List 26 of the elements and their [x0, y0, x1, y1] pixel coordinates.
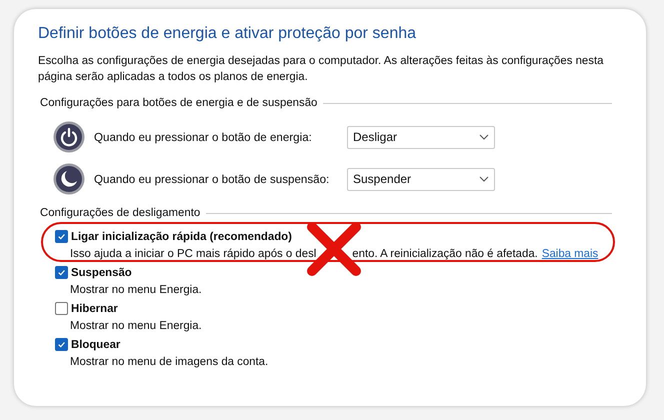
dropdown[interactable]: Suspender: [347, 168, 495, 190]
option-description: Mostrar no menu Energia.: [70, 284, 202, 296]
learn-more-link[interactable]: Saiba mais: [542, 248, 598, 260]
setting-label: Quando eu pressionar o botão de energia:: [94, 130, 313, 144]
option-description: Mostrar no menu Energia.: [70, 320, 202, 332]
checkbox-label: Suspensão: [71, 266, 132, 278]
setting-label: Quando eu pressionar o botão de suspensão:: [94, 172, 330, 186]
option-description: Isso ajuda a iniciar o PC mais rápido após o desl: [70, 248, 316, 260]
moon-icon: [53, 163, 85, 195]
checkbox[interactable]: [55, 302, 68, 315]
checkbox-label: Ligar inicialização rápida (recomendado): [71, 230, 292, 242]
checkbox[interactable]: [55, 266, 68, 279]
option-description: Mostrar no menu de imagens da conta.: [70, 356, 268, 368]
section-heading: Configurações de desligamento: [40, 207, 200, 219]
checkbox[interactable]: [55, 230, 68, 243]
checkbox-label: Hibernar: [71, 302, 118, 314]
checkbox[interactable]: [55, 338, 68, 351]
chevron-down-icon: [479, 176, 489, 182]
option-description: ento. A reinicialização não é afetada.: [352, 248, 538, 260]
dropdown[interactable]: Desligar: [347, 126, 495, 148]
checkbox-label: Bloquear: [71, 338, 120, 350]
chevron-down-icon: [479, 134, 489, 140]
power-icon: [53, 121, 85, 153]
page-title: Definir botões de energia e ativar proteção por senha: [38, 25, 418, 43]
intro-text: Escolha as configurações de energia desejadas para o computador. As alterações feitas às configurações nesta página serão aplicadas a todos os planos de energia.: [38, 54, 604, 85]
section-heading: Configurações para botões de energia e de suspensão: [40, 97, 318, 109]
